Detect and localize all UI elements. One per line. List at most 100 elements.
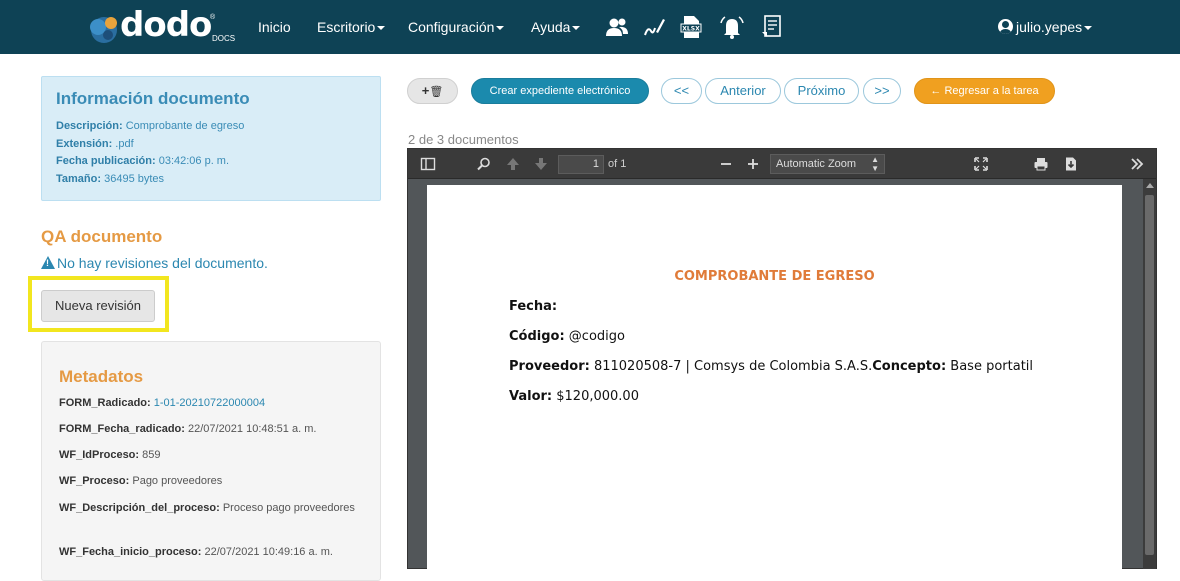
user-menu[interactable]: julio.yepes xyxy=(998,19,1093,35)
pdf-viewer: 1 of 1 Automatic Zoom ▲ ▼ COMPROBANTE DE… xyxy=(407,148,1157,575)
page-number-input[interactable]: 1 xyxy=(558,155,604,174)
nav-inicio[interactable]: Inicio xyxy=(258,19,291,35)
sidebar-toggle-icon[interactable] xyxy=(420,156,436,172)
user-avatar-icon xyxy=(998,19,1013,34)
info-published: Fecha publicación: 03:42:06 p. m. xyxy=(56,155,229,167)
qa-warning: No hay revisiones del documento. xyxy=(41,255,268,271)
scroll-thumb[interactable] xyxy=(1145,195,1154,555)
pdf-fecha: Fecha: xyxy=(509,299,557,314)
metadata-key: WF_Fecha_inicio_proceso: xyxy=(59,546,202,558)
info-size-label: Tamaño: xyxy=(56,173,102,185)
nav-escritorio[interactable]: Escritorio xyxy=(317,19,386,35)
pdf-codigo: Código: @codigo xyxy=(509,329,625,344)
page-count: of 1 xyxy=(608,158,627,170)
metadata-key: WF_Descripción_del_proceso: xyxy=(59,502,220,514)
previous-document-button[interactable]: Anterior xyxy=(705,78,781,104)
pdf-codigo-label: Código: xyxy=(509,329,565,344)
document-counter: 2 de 3 documentos xyxy=(408,132,519,147)
pdf-codigo-value: @codigo xyxy=(564,329,625,344)
info-size: Tamaño: 36495 bytes xyxy=(56,173,164,185)
document-info-panel: Información documento Descripción: Compr… xyxy=(41,76,381,201)
metadata-value: 859 xyxy=(142,449,161,461)
metadata-item: FORM_Radicado: 1-01-20210722000004 xyxy=(59,395,359,412)
vertical-scrollbar[interactable] xyxy=(1143,179,1156,569)
nav-ayuda-label: Ayuda xyxy=(531,19,571,35)
logo-text: dodo xyxy=(120,5,212,45)
return-to-task-button[interactable]: ← Regresar a la tarea xyxy=(914,78,1055,104)
zoom-select-value: Automatic Zoom xyxy=(776,158,857,170)
bell-icon[interactable] xyxy=(718,14,746,40)
next-document-button[interactable]: Próximo xyxy=(784,78,859,104)
users-icon[interactable] xyxy=(605,14,629,40)
fullscreen-icon[interactable] xyxy=(973,156,989,172)
scroll-up-icon[interactable] xyxy=(1146,183,1154,188)
metadata-item: WF_Fecha_inicio_proceso: 22/07/2021 10:4… xyxy=(59,544,359,561)
signature-icon[interactable] xyxy=(642,14,666,40)
add-delete-button[interactable]: +🗑 xyxy=(407,78,458,104)
zoom-select[interactable]: Automatic Zoom ▲ ▼ xyxy=(770,154,885,174)
download-icon[interactable] xyxy=(1063,156,1079,172)
metadata-value: 22/07/2021 10:48:51 a. m. xyxy=(187,423,317,435)
pdf-proveedor: Proveedor: 811020508-7 | Comsys de Colom… xyxy=(509,359,1033,374)
info-published-value: 03:42:06 p. m. xyxy=(158,155,230,167)
pdf-proveedor-value: 811020508-7 | Comsys de Colombia S.A.S. xyxy=(589,359,873,374)
chevron-down-icon xyxy=(1084,26,1093,31)
zoom-in-icon[interactable] xyxy=(745,156,761,172)
nav-escritorio-label: Escritorio xyxy=(317,19,376,35)
pdf-toolbar: 1 of 1 Automatic Zoom ▲ ▼ xyxy=(408,149,1156,179)
last-document-button[interactable]: >> xyxy=(863,78,901,104)
qa-warning-text: No hay revisiones del documento. xyxy=(57,255,268,271)
new-review-button[interactable]: Nueva revisión xyxy=(41,290,155,322)
logo-sub: DOCS xyxy=(212,34,236,43)
document-list-icon[interactable] xyxy=(760,14,784,40)
nav-configuracion[interactable]: Configuración xyxy=(408,19,505,35)
first-document-button[interactable]: << xyxy=(661,78,702,104)
print-icon[interactable] xyxy=(1033,156,1049,172)
metadata-title: Metadatos xyxy=(59,367,144,386)
info-description-label: Descripción: xyxy=(56,120,123,132)
logo-bird-icon xyxy=(90,17,117,43)
logo-registered: ® xyxy=(210,14,216,21)
warning-icon xyxy=(41,256,55,269)
metadata-key: FORM_Fecha_radicado: xyxy=(59,423,185,435)
metadata-value: 22/07/2021 10:49:16 a. m. xyxy=(204,546,333,558)
user-name: julio.yepes xyxy=(1016,19,1083,35)
metadata-item: WF_Proceso: Pago proveedores xyxy=(59,473,359,490)
pdf-valor: Valor: $120,000.00 xyxy=(509,389,639,404)
metadata-value: Proceso pago proveedores xyxy=(222,502,355,514)
create-electronic-file-button[interactable]: Crear expediente electrónico xyxy=(471,78,649,104)
info-extension-label: Extensión: xyxy=(56,138,113,150)
info-description-value: Comprobante de egreso xyxy=(125,120,245,132)
dodo-logo[interactable]: dodo ® DOCS xyxy=(84,5,236,48)
metadata-item: WF_IdProceso: 859 xyxy=(59,447,359,464)
svg-text:XLSX: XLSX xyxy=(682,26,700,33)
trash-icon: 🗑 xyxy=(429,86,444,98)
pdf-page: COMPROBANTE DE EGRESO Fecha: Código: @co… xyxy=(427,185,1122,575)
pdf-concepto-label: Concepto: xyxy=(872,359,947,374)
previous-page-icon[interactable] xyxy=(505,156,521,172)
pdf-valor-value: $120,000.00 xyxy=(552,389,639,404)
search-icon[interactable] xyxy=(476,156,492,172)
info-extension-value: .pdf xyxy=(115,138,134,150)
chevron-down-icon xyxy=(377,26,386,31)
chevron-down-icon xyxy=(496,26,505,31)
nav-ayuda[interactable]: Ayuda xyxy=(531,19,581,35)
qa-title: QA documento xyxy=(41,227,163,246)
metadata-item: WF_Descripción_del_proceso: Proceso pago… xyxy=(59,500,359,517)
metadata-key: WF_Proceso: xyxy=(59,475,130,487)
next-page-icon[interactable] xyxy=(533,156,549,172)
pdf-document-title: COMPROBANTE DE EGRESO xyxy=(674,269,875,284)
more-tools-icon[interactable] xyxy=(1129,156,1145,172)
info-size-value: 36495 bytes xyxy=(104,173,165,185)
xlsx-file-icon[interactable]: XLSX xyxy=(679,14,703,40)
metadata-value-link[interactable]: 1-01-20210722000004 xyxy=(154,397,265,409)
nav-configuracion-label: Configuración xyxy=(408,19,495,35)
pdf-fecha-label: Fecha: xyxy=(509,299,558,314)
metadata-panel: Metadatos FORM_Radicado: 1-01-2021072200… xyxy=(41,341,381,581)
pdf-valor-label: Valor: xyxy=(509,389,553,404)
chevron-down-icon xyxy=(572,26,581,31)
info-title: Información documento xyxy=(56,89,250,108)
select-arrows-icon: ▲ ▼ xyxy=(871,155,879,173)
metadata-key: FORM_Radicado: xyxy=(59,397,151,409)
zoom-out-icon[interactable] xyxy=(718,156,734,172)
